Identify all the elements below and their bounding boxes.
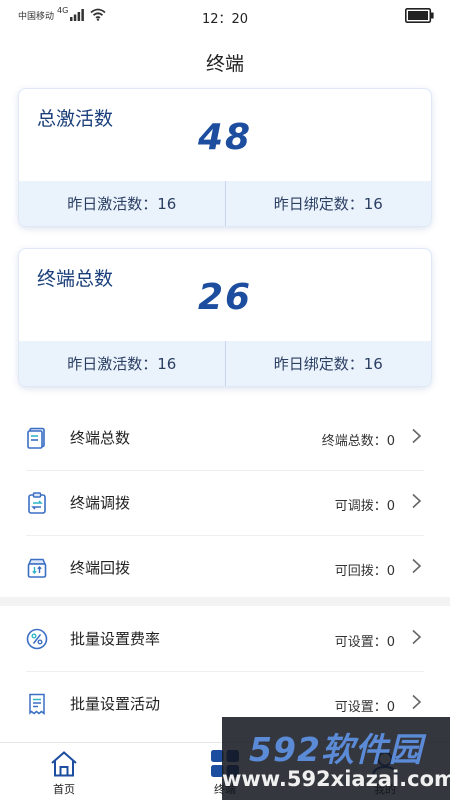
terminal-total-icon <box>27 427 45 449</box>
status-bar: 中国移动 4G 12：20 <box>0 0 450 32</box>
transfer-clipboard-icon <box>28 492 46 514</box>
terminal-total-card: 终端总数 26 昨日激活数：16 昨日绑定数：16 <box>19 249 431 386</box>
tab-home[interactable]: 首页 <box>19 743 109 800</box>
watermark-url: www.592xiazai.com <box>222 767 450 791</box>
chevron-right-icon <box>412 558 422 574</box>
tab-label: 首页 <box>53 783 75 796</box>
yesterday-binding-stat: 昨日绑定数：16 <box>273 195 383 213</box>
card-footer: 昨日激活数：16 昨日绑定数：16 <box>19 181 431 226</box>
card-value: 48 <box>197 117 253 158</box>
total-activation-card: 总激活数 48 昨日激活数：16 昨日绑定数：16 <box>19 89 431 226</box>
receipt-icon <box>29 693 45 715</box>
card-value: 26 <box>197 277 253 318</box>
yesterday-binding-stat: 昨日绑定数：16 <box>273 355 383 373</box>
list-item-value: 可回拨：0 <box>334 564 395 579</box>
list-item-title: 终端总数 <box>70 429 131 447</box>
yesterday-activation-stat: 昨日激活数：16 <box>67 355 177 373</box>
card-footer: 昨日激活数：16 昨日绑定数：16 <box>19 341 431 386</box>
chevron-right-icon <box>412 629 422 645</box>
chevron-right-icon <box>412 694 422 710</box>
list-item-value: 可调拨：0 <box>334 499 395 514</box>
list-item-terminal-total[interactable]: 终端总数 终端总数：0 <box>0 405 450 470</box>
percent-icon <box>26 628 48 650</box>
list-item-title: 终端回拨 <box>70 559 131 577</box>
list-item-terminal-transfer[interactable]: 终端调拨 可调拨：0 <box>0 470 450 535</box>
watermark-brand: 592软件园 <box>249 730 423 769</box>
home-icon <box>51 751 77 777</box>
list-item-value: 可设置：0 <box>334 700 395 715</box>
watermark-overlay: 592软件园 www.592xiazai.com <box>222 717 450 800</box>
list-item-title: 批量设置费率 <box>70 630 161 648</box>
list-item-terminal-return[interactable]: 终端回拨 可回拨：0 <box>0 535 450 600</box>
section-divider <box>0 597 450 606</box>
status-time: 12：20 <box>201 12 249 27</box>
return-box-icon <box>27 558 47 578</box>
list-item-title: 批量设置活动 <box>70 695 161 713</box>
terminal-menu-list: 终端总数 终端总数：0 终端调拨 可调拨：0 终端回拨 可回拨：0 <box>0 405 450 600</box>
page-title: 终端 <box>205 53 244 75</box>
list-item-title: 终端调拨 <box>70 494 131 512</box>
yesterday-activation-stat: 昨日激活数：16 <box>67 195 177 213</box>
list-item-value: 可设置：0 <box>334 635 395 650</box>
chevron-right-icon <box>412 428 422 444</box>
battery-icon <box>405 8 434 23</box>
chevron-right-icon <box>412 493 422 509</box>
list-item-batch-rate[interactable]: 批量设置费率 可设置：0 <box>0 606 450 671</box>
list-item-value: 终端总数：0 <box>321 434 395 449</box>
